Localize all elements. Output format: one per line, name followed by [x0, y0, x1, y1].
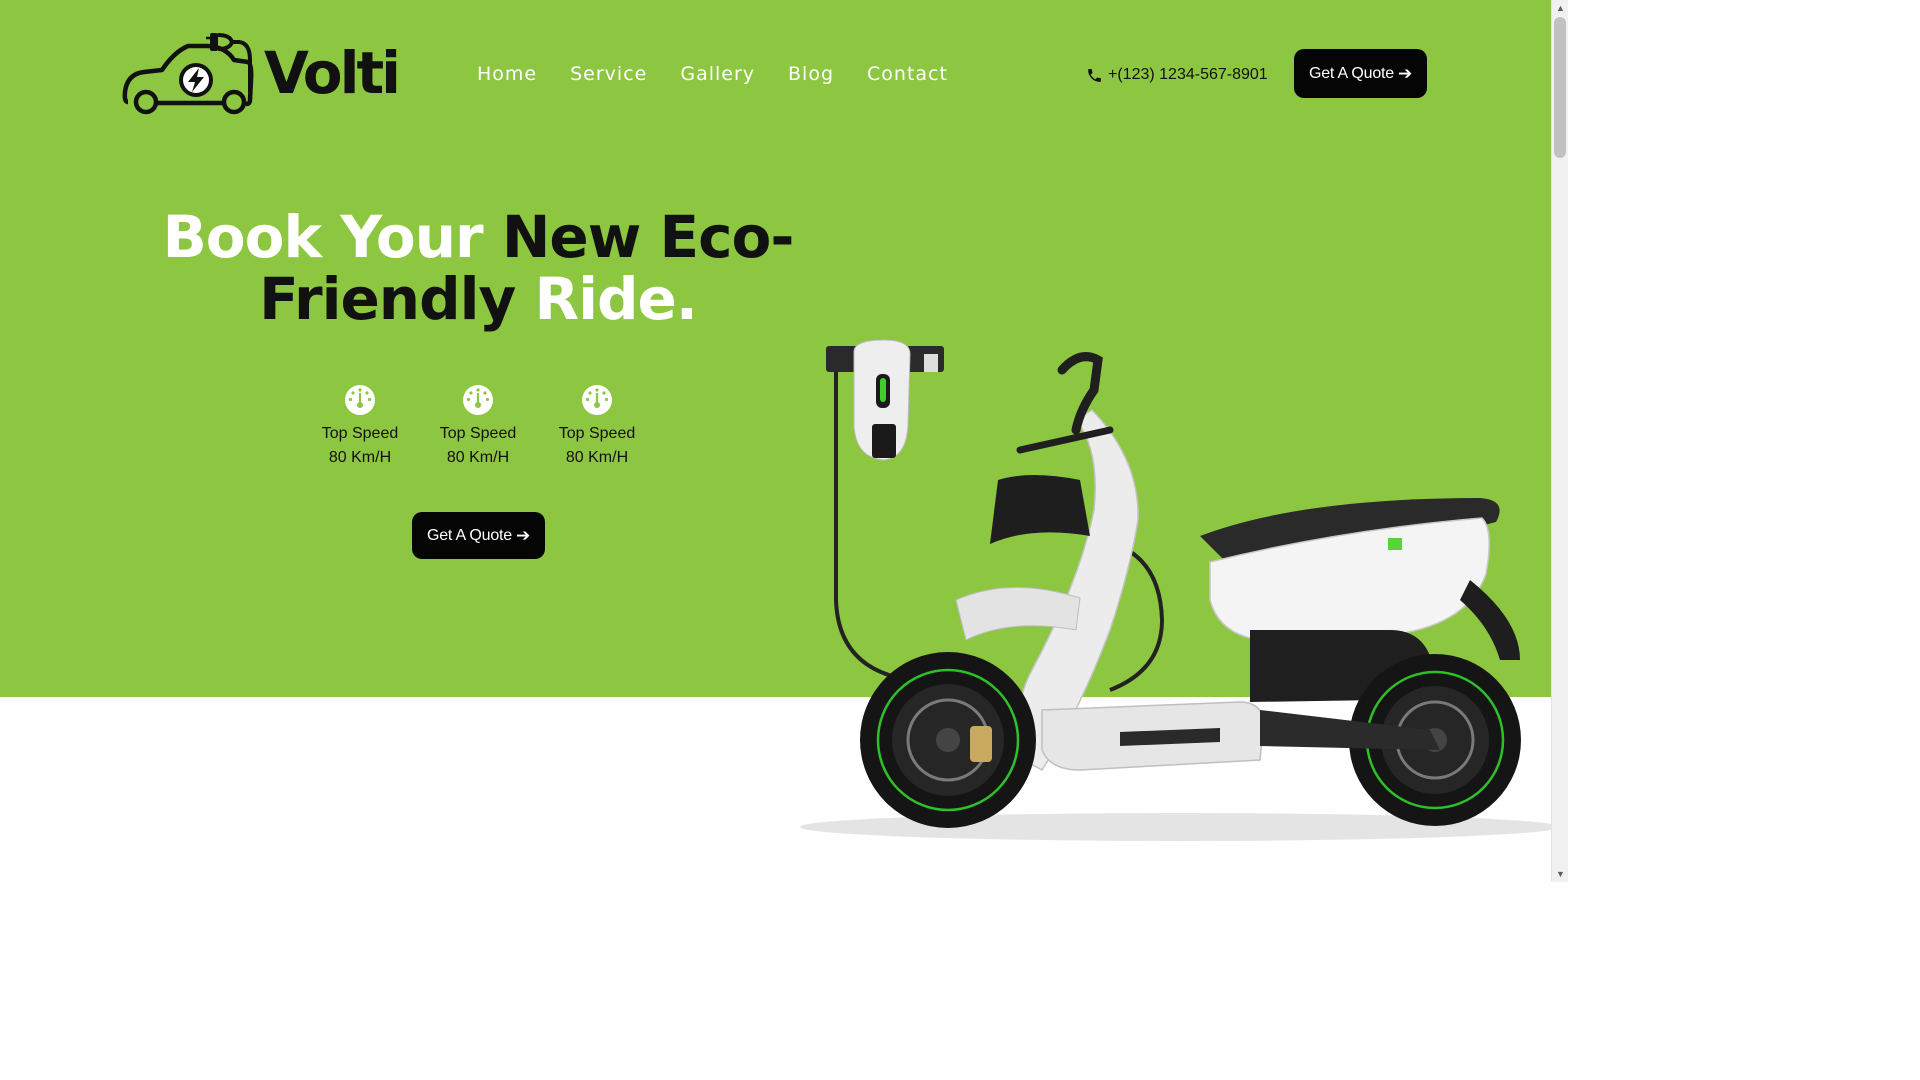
phone-icon: [1088, 68, 1101, 82]
vertical-scrollbar[interactable]: ▲ ▼: [1551, 0, 1568, 882]
landing-page: Volti Home Service Gallery Blog Contact …: [0, 0, 1551, 882]
headline-part-4: Ride.: [515, 265, 697, 333]
electric-car-logo-icon: [122, 33, 254, 115]
nav-home[interactable]: Home: [477, 60, 537, 90]
scroll-down-icon[interactable]: ▼: [1552, 866, 1568, 882]
arrow-right-icon: ➔: [515, 525, 531, 545]
logo-text: Volti: [264, 39, 401, 107]
spec-label: Top Speed: [439, 425, 517, 442]
main-nav: Home Service Gallery Blog Contact: [477, 60, 981, 90]
spec-value: 80 Km/H: [446, 449, 510, 466]
scooter-charger-image: [800, 339, 1551, 841]
headline-part-3: Friendly: [259, 265, 516, 333]
nav-gallery[interactable]: Gallery: [680, 60, 755, 90]
hero-quote-button[interactable]: Get A Quote ➔: [412, 512, 545, 559]
arrow-right-icon: ➔: [1397, 63, 1413, 83]
scroll-up-icon[interactable]: ▲: [1552, 0, 1568, 16]
nav-blog[interactable]: Blog: [788, 60, 834, 90]
phone-number: +(123) 1234-567-8901: [1108, 66, 1268, 83]
speedometer-icon: [463, 385, 493, 415]
spec-label: Top Speed: [321, 425, 399, 442]
phone-contact[interactable]: +(123) 1234-567-8901: [1086, 62, 1268, 88]
spec-item: Top Speed 80 Km/H: [310, 384, 410, 470]
spec-value: 80 Km/H: [328, 449, 392, 466]
nav-contact[interactable]: Contact: [867, 60, 948, 90]
hero-quote-label: Get A Quote: [426, 526, 512, 544]
browser-viewport: Volti Home Service Gallery Blog Contact …: [0, 0, 1568, 882]
scrollbar-thumb[interactable]: [1554, 17, 1566, 158]
headline-part-2: New Eco-: [501, 203, 795, 271]
header-quote-button[interactable]: Get A Quote ➔: [1294, 49, 1427, 98]
nav-service[interactable]: Service: [570, 60, 647, 90]
speedometer-icon: [582, 385, 612, 415]
headline-part-1: Book Your: [162, 203, 502, 271]
speedometer-icon: [345, 385, 375, 415]
spec-item: Top Speed 80 Km/H: [547, 384, 647, 470]
header-quote-label: Get A Quote: [1308, 64, 1394, 82]
spec-item: Top Speed 80 Km/H: [428, 384, 528, 470]
spec-label: Top Speed: [558, 425, 636, 442]
hero-headline: Book Your New Eco- Friendly Ride.: [150, 206, 806, 330]
spec-value: 80 Km/H: [565, 449, 629, 466]
logo[interactable]: Volti: [122, 30, 401, 118]
